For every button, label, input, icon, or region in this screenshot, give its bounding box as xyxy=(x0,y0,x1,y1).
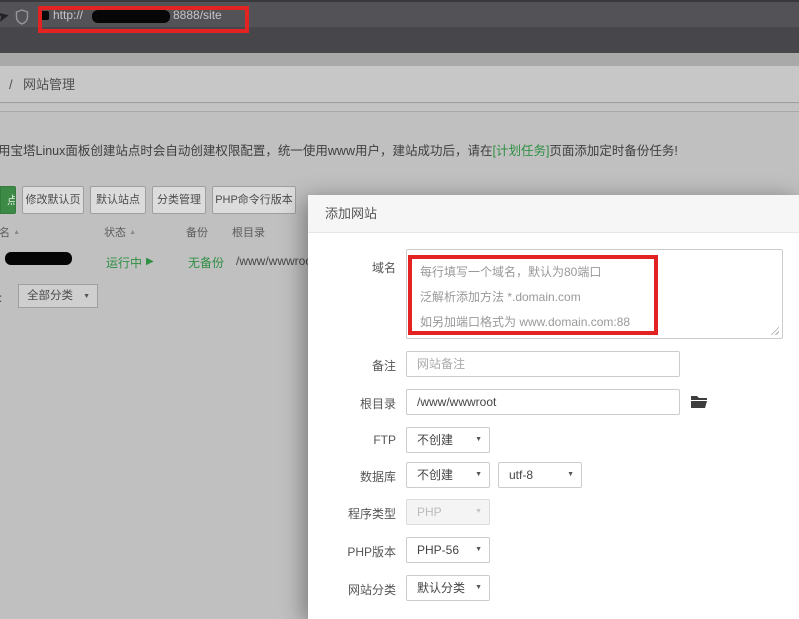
page-top-band xyxy=(0,53,799,66)
charset-select[interactable]: utf-8 ▼ xyxy=(498,462,582,488)
header-divider xyxy=(0,104,799,112)
cron-tasks-link[interactable]: [计划任务] xyxy=(492,144,549,158)
resize-grip-icon[interactable] xyxy=(770,326,779,335)
chevron-down-icon: ▼ xyxy=(475,546,482,553)
chevron-down-icon: ▼ xyxy=(475,584,482,591)
edit-default-page-button[interactable]: 修改默认页 xyxy=(22,186,84,214)
sort-arrow-icon: ▲ xyxy=(13,229,20,236)
database-select[interactable]: 不创建 ▼ xyxy=(406,462,490,488)
play-icon[interactable]: ▶ xyxy=(146,256,154,267)
chevron-down-icon: ▼ xyxy=(475,471,482,478)
column-header-rootdir[interactable]: 根目录 xyxy=(232,224,265,240)
breadcrumb-separator: / xyxy=(9,66,13,103)
notice-text: 用宝塔Linux面板创建站点时会自动创建权限配置，统一使用www用户，建站成功后… xyxy=(0,140,638,159)
chevron-down-icon: ▼ xyxy=(83,293,90,300)
category-manage-button[interactable]: 分类管理 xyxy=(152,186,206,214)
column-header-sitename[interactable]: 站名 ▲ xyxy=(0,224,20,240)
shield-icon[interactable] xyxy=(15,9,29,25)
mouse-cursor-icon: ➤ xyxy=(0,6,11,26)
category-filter-select[interactable]: 全部分类 ▼ xyxy=(18,284,98,308)
breadcrumb-site-management[interactable]: 网站管理 xyxy=(23,66,75,103)
modal-header: 添加网站 xyxy=(308,195,799,233)
apptype-select-disabled: PHP ▼ xyxy=(406,499,490,525)
apptype-label: 程序类型 xyxy=(322,505,396,522)
redacted-site-name xyxy=(5,252,72,265)
site-category-label: 网站分类 xyxy=(322,581,396,598)
column-header-backup[interactable]: 备份 xyxy=(186,224,208,240)
screenshot-root: ➤ http:// 8888/site / 网站管理 用宝塔Linux面板创建站… xyxy=(0,0,799,619)
modal-title: 添加网站 xyxy=(325,195,377,233)
chevron-down-icon: ▼ xyxy=(475,436,482,443)
ftp-label: FTP xyxy=(322,433,396,447)
annotation-box-domain xyxy=(408,255,658,335)
add-site-button[interactable]: 点 xyxy=(0,186,16,214)
domain-label: 域名 xyxy=(322,259,396,276)
php-version-select[interactable]: PHP-56 ▼ xyxy=(406,537,490,563)
chevron-down-icon: ▼ xyxy=(567,471,574,478)
site-root-path: /www/wwwroot xyxy=(236,254,315,268)
sort-arrow-icon: ▲ xyxy=(129,229,136,236)
rootdir-label: 根目录 xyxy=(322,395,396,412)
php-version-label: PHP版本 xyxy=(322,543,396,560)
site-category-select[interactable]: 默认分类 ▼ xyxy=(406,575,490,601)
folder-browse-icon[interactable] xyxy=(690,393,708,409)
filter-label: 类: xyxy=(0,289,2,306)
rootdir-input[interactable] xyxy=(406,389,680,415)
ftp-select[interactable]: 不创建 ▼ xyxy=(406,427,490,453)
column-header-status[interactable]: 状态 ▲ xyxy=(104,224,136,240)
remark-label: 备注 xyxy=(322,357,396,374)
chevron-down-icon: ▼ xyxy=(475,508,482,515)
php-cli-version-button[interactable]: PHP命令行版本 xyxy=(212,186,296,214)
default-site-button[interactable]: 默认站点 xyxy=(90,186,146,214)
site-status-running: 运行中 xyxy=(106,254,142,271)
annotation-box-url xyxy=(38,6,249,33)
database-label: 数据库 xyxy=(322,468,396,485)
backup-status-link[interactable]: 无备份 xyxy=(188,254,224,271)
remark-input[interactable] xyxy=(406,351,680,377)
breadcrumb: / 网站管理 xyxy=(0,66,799,103)
